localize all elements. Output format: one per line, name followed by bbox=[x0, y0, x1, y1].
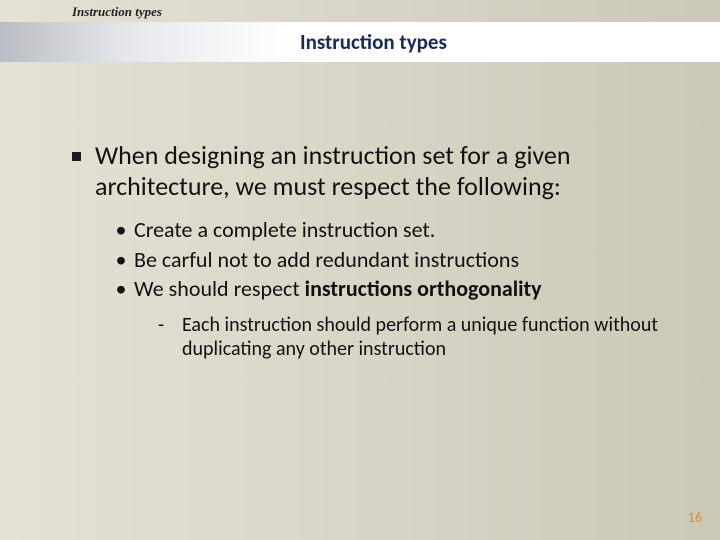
sub-point-text: Be carful not to add redundant instructi… bbox=[134, 246, 519, 274]
detail-text: Each instruction should perform a unique… bbox=[182, 313, 680, 362]
dot-bullet-icon: • bbox=[110, 246, 132, 274]
bullet-level2: • We should respect instructions orthogo… bbox=[110, 275, 680, 303]
bullet-level2: • Be carful not to add redundant instruc… bbox=[110, 246, 680, 274]
sub-bullet-group: • Create a complete instruction set. • B… bbox=[110, 216, 680, 361]
detail-bullet-group: - Each instruction should perform a uniq… bbox=[158, 313, 680, 362]
sub-point-prefix: We should respect bbox=[134, 275, 305, 302]
slide-title: Instruction types bbox=[300, 29, 447, 55]
sub-point-bold: instructions orthogonality bbox=[305, 275, 542, 302]
title-bar: Instruction types bbox=[0, 22, 720, 62]
slide-content: When designing an instruction set for a … bbox=[72, 140, 680, 362]
dot-bullet-icon: • bbox=[110, 216, 132, 244]
dash-bullet-icon: - bbox=[158, 313, 176, 337]
bullet-level3: - Each instruction should perform a uniq… bbox=[158, 313, 680, 362]
square-bullet-icon bbox=[72, 152, 81, 161]
header-section-label: Instruction types bbox=[72, 4, 162, 20]
dot-bullet-icon: • bbox=[110, 275, 132, 303]
main-point-text: When designing an instruction set for a … bbox=[95, 140, 680, 202]
sub-point-text: We should respect instructions orthogona… bbox=[134, 275, 542, 303]
bullet-level2: • Create a complete instruction set. bbox=[110, 216, 680, 244]
sub-point-text: Create a complete instruction set. bbox=[134, 216, 435, 244]
bullet-level1: When designing an instruction set for a … bbox=[72, 140, 680, 202]
page-number: 16 bbox=[688, 509, 702, 526]
